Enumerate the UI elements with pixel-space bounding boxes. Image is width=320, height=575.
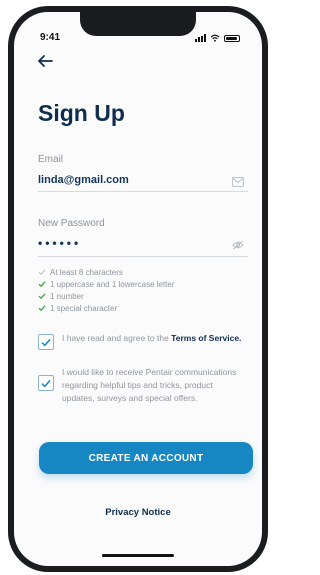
home-indicator — [102, 554, 174, 557]
email-label: Email — [38, 154, 64, 165]
requirement-item: 1 uppercase and 1 lowercase letter — [38, 278, 175, 290]
requirement-item: 1 number — [38, 290, 175, 302]
cellular-signal-icon — [195, 34, 206, 42]
eye-hidden-icon[interactable] — [232, 240, 244, 250]
envelope-icon — [232, 177, 244, 187]
password-label: New Password — [38, 218, 105, 229]
requirement-item: 1 special character — [38, 302, 175, 314]
terms-prefix: I have read and agree to the — [62, 333, 172, 343]
app-screen: 9:41 Sign Up Email linda@gmail.com New P… — [14, 12, 262, 566]
terms-text: I have read and agree to the Terms of Se… — [62, 332, 242, 350]
marketing-optin-row: I would like to receive Pentair communic… — [38, 366, 242, 405]
checkmark-icon — [41, 338, 51, 346]
marketing-text: I would like to receive Pentair communic… — [62, 367, 237, 403]
email-input[interactable]: linda@gmail.com — [38, 174, 129, 186]
privacy-notice-link[interactable]: Privacy Notice — [14, 507, 262, 518]
requirement-label: At least 8 characters — [50, 267, 123, 277]
device-notch — [80, 12, 196, 36]
password-input[interactable]: •••••• — [38, 236, 81, 250]
status-icons — [195, 34, 240, 42]
page-title: Sign Up — [38, 100, 125, 126]
status-time: 9:41 — [40, 32, 61, 43]
requirement-label: 1 number — [50, 291, 84, 301]
check-icon — [38, 305, 46, 312]
terms-of-service-link[interactable]: Terms of Service. — [171, 333, 241, 343]
marketing-checkbox[interactable] — [38, 375, 54, 391]
wifi-icon — [210, 34, 220, 42]
password-requirements: At least 8 characters 1 uppercase and 1 … — [38, 266, 175, 314]
create-account-button[interactable]: CREATE AN ACCOUNT — [39, 442, 253, 474]
checkmark-icon — [41, 379, 51, 387]
email-underline — [38, 191, 248, 192]
requirement-label: 1 uppercase and 1 lowercase letter — [50, 279, 175, 289]
requirement-item: At least 8 characters — [38, 266, 175, 278]
battery-icon — [224, 34, 240, 42]
terms-agreement-row: I have read and agree to the Terms of Se… — [38, 332, 242, 350]
check-icon — [38, 269, 46, 276]
requirement-label: 1 special character — [50, 303, 118, 313]
terms-checkbox[interactable] — [38, 334, 54, 350]
back-arrow-icon[interactable] — [36, 54, 54, 68]
password-underline — [38, 256, 248, 257]
check-icon — [38, 281, 46, 288]
check-icon — [38, 293, 46, 300]
